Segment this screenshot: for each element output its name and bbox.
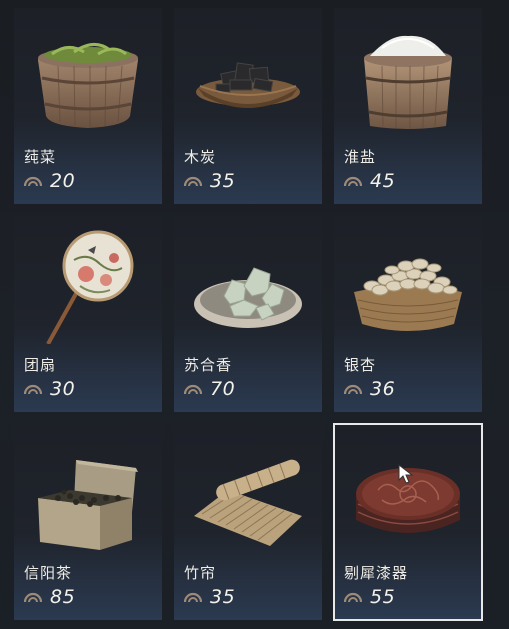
item-price: 55 [344, 584, 395, 610]
shop-item-bamboo-blind[interactable]: 竹帘 35 [174, 424, 322, 620]
item-price-amount: 35 [210, 170, 236, 192]
ginkgo-basket-icon [334, 216, 482, 344]
shop-item-ginkgo[interactable]: 银杏 36 [334, 216, 482, 412]
item-price: 35 [184, 584, 235, 610]
item-name: 木炭 [184, 148, 217, 166]
coin-icon [344, 384, 362, 395]
item-price: 20 [24, 168, 75, 194]
item-price-amount: 85 [50, 586, 76, 608]
item-name: 信阳茶 [24, 564, 73, 582]
coin-icon [344, 176, 362, 187]
bamboo-blind-icon [174, 424, 322, 552]
item-price: 35 [184, 168, 235, 194]
shop-item-charcoal[interactable]: 木炭 35 [174, 8, 322, 204]
cursor-pointer-icon [398, 464, 414, 484]
item-price-amount: 70 [210, 378, 236, 400]
shop-item-salt[interactable]: 淮盐 45 [334, 8, 482, 204]
item-price: 36 [344, 376, 395, 402]
item-price-amount: 36 [370, 378, 396, 400]
item-price-amount: 20 [50, 170, 76, 192]
shop-item-xinyang-tea[interactable]: 信阳茶 85 [14, 424, 162, 620]
item-price: 30 [24, 376, 75, 402]
item-name: 竹帘 [184, 564, 217, 582]
shop-item-carved-lacquer[interactable]: 剔犀漆器 55 [333, 423, 483, 621]
storax-resin-dish-icon [174, 216, 322, 344]
item-price-amount: 30 [50, 378, 76, 400]
item-name: 剔犀漆器 [344, 564, 409, 582]
item-price: 70 [184, 376, 235, 402]
shop-item-storax[interactable]: 苏合香 70 [174, 216, 322, 412]
charcoal-basket-icon [174, 8, 322, 136]
item-name: 淮盐 [344, 148, 377, 166]
item-price-amount: 45 [370, 170, 396, 192]
item-name: 银杏 [344, 356, 377, 374]
coin-icon [24, 176, 42, 187]
water-shield-basket-icon [14, 8, 162, 136]
round-fan-icon [14, 216, 162, 344]
item-name: 苏合香 [184, 356, 233, 374]
shop-item-grid: 莼菜 20 木炭 35 淮盐 45 团扇 30 苏合香 70 银杏 36 信阳茶… [14, 8, 496, 621]
item-name: 莼菜 [24, 148, 57, 166]
item-price-amount: 55 [370, 586, 396, 608]
item-price-amount: 35 [210, 586, 236, 608]
item-price: 45 [344, 168, 395, 194]
coin-icon [24, 384, 42, 395]
salt-bucket-icon [334, 8, 482, 136]
coin-icon [184, 592, 202, 603]
tea-box-icon [14, 424, 162, 552]
shop-item-round-fan[interactable]: 团扇 30 [14, 216, 162, 412]
item-name: 团扇 [24, 356, 57, 374]
shop-item-water-shield[interactable]: 莼菜 20 [14, 8, 162, 204]
item-price: 85 [24, 584, 75, 610]
coin-icon [184, 384, 202, 395]
lacquer-box-icon [334, 424, 482, 552]
coin-icon [24, 592, 42, 603]
coin-icon [344, 592, 362, 603]
coin-icon [184, 176, 202, 187]
